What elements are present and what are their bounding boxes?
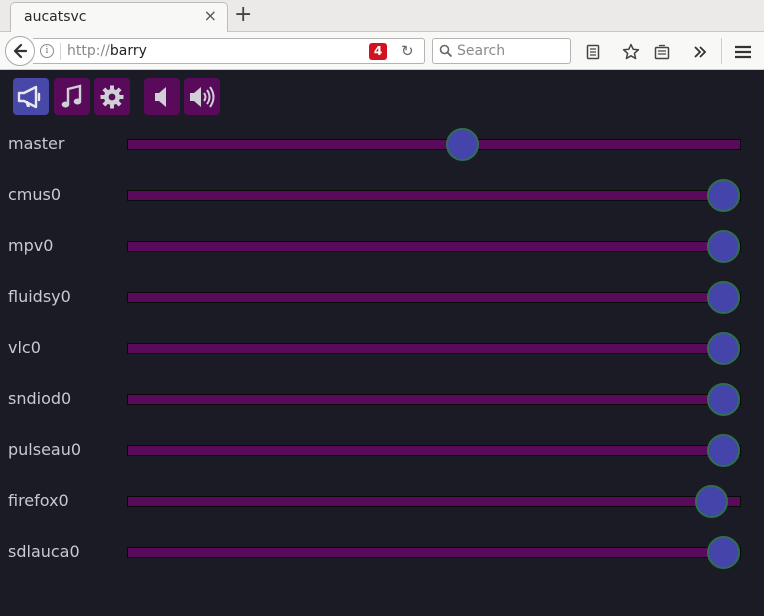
bookmark-star-icon[interactable] xyxy=(620,41,642,63)
back-arrow-icon xyxy=(13,43,28,59)
url-separator xyxy=(60,43,61,60)
volume-up-button[interactable] xyxy=(184,78,220,115)
settings-button[interactable] xyxy=(94,78,130,115)
reader-view-icon[interactable] xyxy=(582,41,604,63)
volume-slider-knob[interactable] xyxy=(707,536,740,569)
channel-label: sdlauca0 xyxy=(8,542,80,561)
notification-badge[interactable]: 4 xyxy=(369,43,387,60)
volume-slider-knob[interactable] xyxy=(695,485,729,518)
speaker-low-icon xyxy=(155,86,166,107)
volume-slider-knob[interactable] xyxy=(707,434,740,467)
volume-slider-track[interactable] xyxy=(127,139,741,150)
volume-slider-track[interactable] xyxy=(127,445,741,456)
channel-label: mpv0 xyxy=(8,236,54,255)
back-button[interactable] xyxy=(5,36,35,66)
speaker-high-icon xyxy=(190,85,215,108)
tab-strip: aucatsvc × + xyxy=(0,0,764,33)
channel-label: sndiod0 xyxy=(8,389,72,408)
browser-tab[interactable]: aucatsvc × xyxy=(10,2,228,33)
volume-down-button[interactable] xyxy=(144,78,180,115)
overflow-chevron-icon[interactable] xyxy=(689,41,711,63)
info-icon[interactable]: i xyxy=(40,44,54,58)
music-note-icon xyxy=(61,83,82,107)
volume-slider-track[interactable] xyxy=(127,343,741,354)
close-tab-icon[interactable]: × xyxy=(204,7,217,25)
volume-slider-knob[interactable] xyxy=(707,383,740,416)
channel-label: cmus0 xyxy=(8,185,62,204)
url-host: barry xyxy=(109,43,147,59)
url-text[interactable]: http://barry xyxy=(67,43,147,59)
tab-title: aucatsvc xyxy=(24,9,87,25)
url-scheme: http:// xyxy=(67,43,110,59)
volume-slider-knob[interactable] xyxy=(707,332,740,365)
channel-label: fluidsy0 xyxy=(8,287,71,306)
gear-icon xyxy=(100,85,124,108)
reload-icon[interactable]: ↻ xyxy=(401,42,414,60)
navigation-bar: i http://barry 4 ↻ Search xyxy=(0,32,764,70)
megaphone-icon xyxy=(17,85,41,108)
search-icon xyxy=(439,44,453,58)
channel-label: firefox0 xyxy=(8,491,69,510)
library-icon[interactable] xyxy=(651,41,673,63)
announce-button[interactable] xyxy=(13,78,49,115)
volume-slider-track[interactable] xyxy=(127,190,741,201)
channel-label: pulseau0 xyxy=(8,440,82,459)
channel-label: vlc0 xyxy=(8,338,41,357)
url-bar[interactable]: i http://barry 4 ↻ xyxy=(33,38,425,64)
volume-slider-knob[interactable] xyxy=(446,128,480,161)
volume-slider-knob[interactable] xyxy=(707,281,740,314)
volume-slider-knob[interactable] xyxy=(707,179,740,212)
search-placeholder: Search xyxy=(457,43,506,59)
volume-slider-track[interactable] xyxy=(127,496,741,507)
volume-slider-track[interactable] xyxy=(127,394,741,405)
new-tab-icon[interactable]: + xyxy=(234,3,252,27)
nav-separator xyxy=(721,38,722,64)
channel-label: master xyxy=(8,134,65,153)
volume-slider-knob[interactable] xyxy=(707,230,740,263)
music-button[interactable] xyxy=(54,78,90,115)
volume-slider-track[interactable] xyxy=(127,292,741,303)
search-field[interactable]: Search xyxy=(432,38,571,64)
volume-slider-track[interactable] xyxy=(127,547,741,558)
volume-slider-track[interactable] xyxy=(127,241,741,252)
hamburger-menu-icon[interactable] xyxy=(732,41,754,63)
